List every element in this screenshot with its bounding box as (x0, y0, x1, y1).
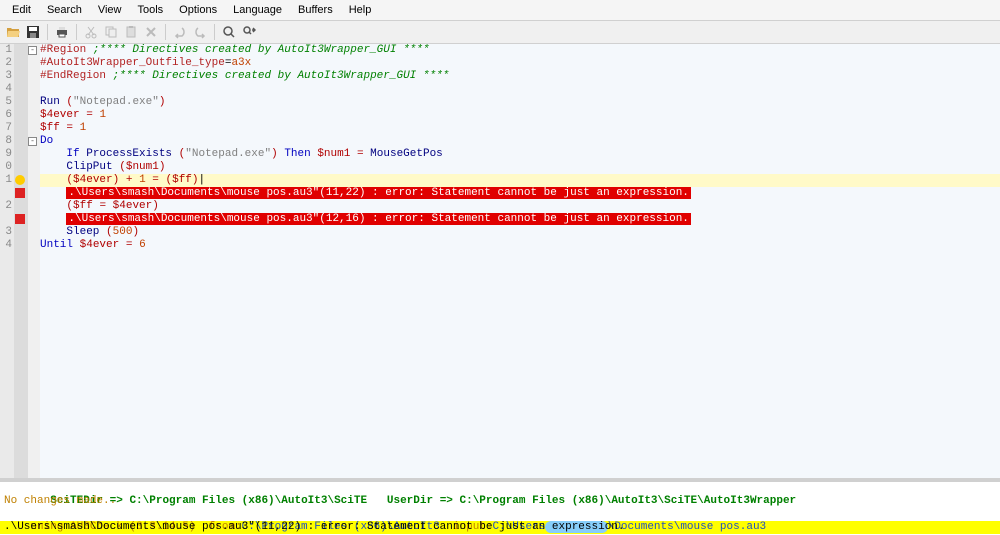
toolbar (0, 21, 1000, 44)
menu-help[interactable]: Help (341, 2, 380, 18)
code-content[interactable]: #Region ;**** Directives created by Auto… (40, 44, 1000, 478)
output-error-line[interactable]: .\Users\smash\Documents\mouse pos.au3"(1… (0, 521, 1000, 534)
cut-icon[interactable] (82, 23, 100, 41)
code-line[interactable]: $4ever = 1 (40, 109, 1000, 122)
code-line[interactable]: ($ff = $4ever) (40, 200, 1000, 213)
code-line[interactable]: ($4ever) + 1 = ($ff)| (40, 174, 1000, 187)
find-next-icon[interactable] (240, 23, 258, 41)
menu-view[interactable]: View (90, 2, 130, 18)
toolbar-separator (47, 24, 48, 40)
toolbar-separator (214, 24, 215, 40)
code-line[interactable]: .\Users\smash\Documents\mouse pos.au3"(1… (40, 213, 1000, 226)
find-icon[interactable] (220, 23, 238, 41)
marker-gutter[interactable] (14, 44, 28, 478)
code-line[interactable] (40, 83, 1000, 96)
save-icon[interactable] (24, 23, 42, 41)
print-icon[interactable] (53, 23, 71, 41)
code-editor[interactable]: 12345678901234 -- #Region ;**** Directiv… (0, 44, 1000, 478)
menu-buffers[interactable]: Buffers (290, 2, 341, 18)
menu-language[interactable]: Language (225, 2, 290, 18)
fold-gutter[interactable]: -- (28, 44, 40, 478)
code-line[interactable]: $ff = 1 (40, 122, 1000, 135)
code-line[interactable]: Sleep (500) (40, 226, 1000, 239)
code-line[interactable]: #AutoIt3Wrapper_Outfile_type=a3x (40, 57, 1000, 70)
menu-search[interactable]: Search (39, 2, 90, 18)
output-pane[interactable]: SciTEDir => C:\Program Files (x86)\AutoI… (0, 482, 1000, 535)
menu-edit[interactable]: Edit (4, 2, 39, 18)
undo-icon[interactable] (171, 23, 189, 41)
toolbar-separator (76, 24, 77, 40)
output-line: SciTEDir => C:\Program Files (x86)\AutoI… (0, 482, 1000, 495)
menu-tools[interactable]: Tools (129, 2, 171, 18)
code-line[interactable]: Do (40, 135, 1000, 148)
code-line[interactable]: #Region ;**** Directives created by Auto… (40, 44, 1000, 57)
paste-icon[interactable] (122, 23, 140, 41)
menu-options[interactable]: Options (171, 2, 225, 18)
line-number-gutter: 12345678901234 (0, 44, 14, 478)
copy-icon[interactable] (102, 23, 120, 41)
code-line[interactable]: .\Users\smash\Documents\mouse pos.au3"(1… (40, 187, 1000, 200)
output-line: nning AU3Check (3.3.14.5) from:C:\Progra… (0, 508, 1000, 521)
code-line[interactable]: If ProcessExists ("Notepad.exe") Then $n… (40, 148, 1000, 161)
redo-icon[interactable] (191, 23, 209, 41)
toolbar-separator (165, 24, 166, 40)
code-line[interactable]: ClipPut ($num1) (40, 161, 1000, 174)
delete-icon[interactable] (142, 23, 160, 41)
fold-toggle[interactable]: - (28, 46, 37, 55)
menu-bar: Edit Search View Tools Options Language … (0, 0, 1000, 21)
open-icon[interactable] (4, 23, 22, 41)
code-line[interactable]: Run ("Notepad.exe") (40, 96, 1000, 109)
fold-toggle[interactable]: - (28, 137, 37, 146)
code-line[interactable]: Until $4ever = 6 (40, 239, 1000, 252)
code-line[interactable]: #EndRegion ;**** Directives created by A… (40, 70, 1000, 83)
